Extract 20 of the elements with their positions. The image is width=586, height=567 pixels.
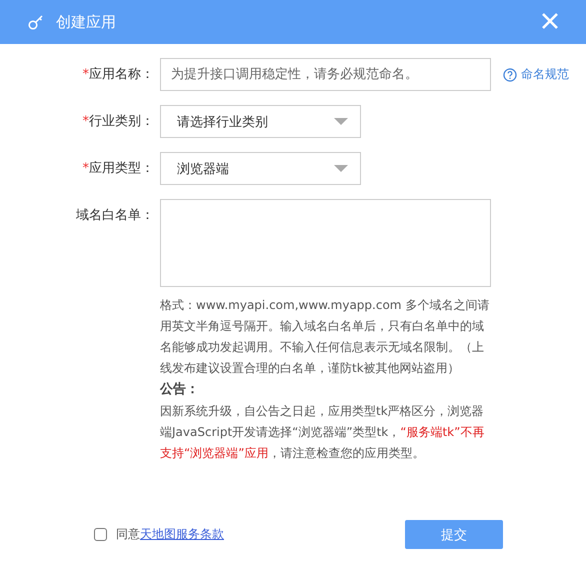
caret-icon [334, 164, 348, 172]
field-label: *应用名称： [82, 66, 155, 84]
domain-field[interactable] [160, 199, 491, 287]
name-field[interactable]: 为提升接口调用稳定性，请务必规范命名。 [160, 58, 491, 91]
key-icon [28, 14, 44, 30]
field-label: 域名白名单： [75, 207, 155, 225]
dropdown-field[interactable]: 请选择行业类别 [160, 105, 361, 138]
help-link[interactable]: 命名规范 [503, 58, 569, 91]
agreement-text: 同意天地图服务条款 [116, 526, 225, 543]
format-hint: 格式：www.myapi.com,www.myapp.com 多个域名之间请用英文半角逗号隔开。输入域名白名单后，只有白名单中的域名能够成功发起调用。不输入任何信息表示无域名限制。（上线发布建议设置合理的白名单，谨防tk被其他网站盗用） [160, 297, 490, 377]
help-icon [503, 68, 517, 82]
dialog-title: 创建应用 [56, 12, 117, 32]
field-label: *行业类别： [82, 113, 155, 131]
agree-checkbox[interactable] [94, 528, 107, 541]
field-label: *应用类型： [82, 160, 155, 178]
notice-title: 公告： [160, 380, 200, 399]
terms-link[interactable]: 天地图服务条款 [140, 527, 224, 541]
dropdown-field[interactable]: 浏览器端 [160, 152, 361, 185]
caret-icon [334, 118, 348, 126]
notice-text: 因新系统升级，自公告之日起，应用类型tk严格区分，浏览器端JavaScript开发请选择“浏览器端”类型tk，“服务端tk”不再支持“浏览器端”应用，请注意检查您的应用类型。 [160, 403, 486, 462]
